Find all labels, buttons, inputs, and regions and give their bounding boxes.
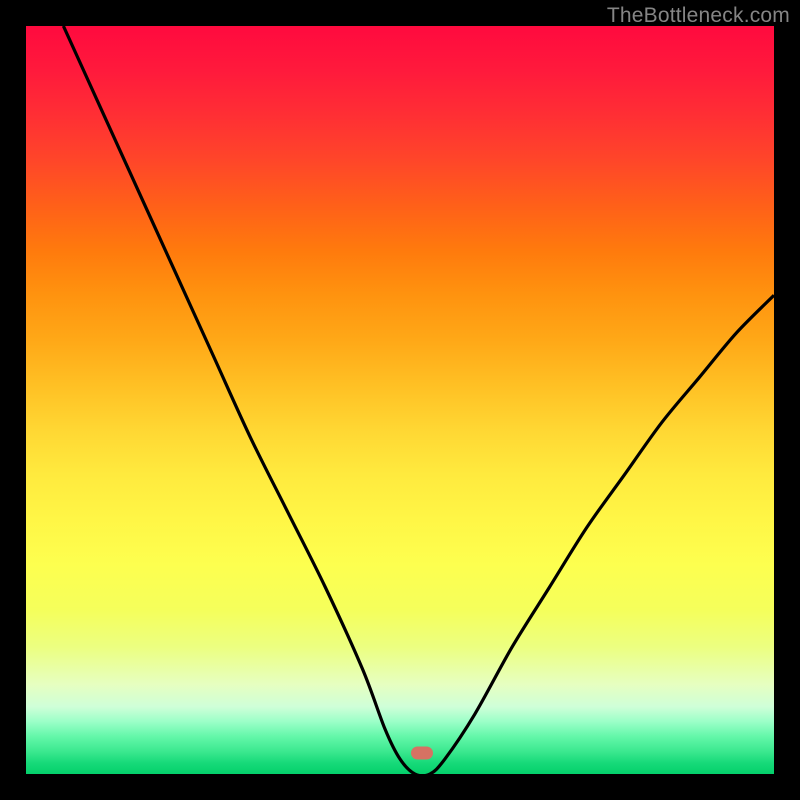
plot-area (26, 26, 774, 774)
bottleneck-curve (26, 26, 774, 774)
optimal-point-marker (411, 747, 433, 760)
chart-frame: TheBottleneck.com (0, 0, 800, 800)
attribution-text: TheBottleneck.com (607, 4, 790, 28)
